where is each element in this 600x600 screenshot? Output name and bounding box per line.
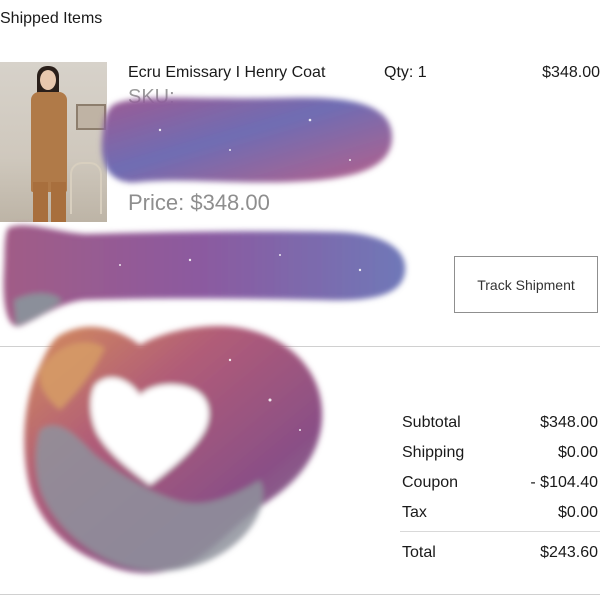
subtotal-value: $348.00 — [540, 414, 598, 431]
track-shipment-button[interactable]: Track Shipment — [454, 256, 598, 313]
section-divider — [0, 346, 600, 347]
total-label: Total — [402, 544, 436, 561]
line-price: $348.00 — [542, 64, 600, 81]
shipping-value: $0.00 — [557, 444, 598, 461]
sku-label: SKU: — [128, 86, 175, 108]
unit-price: Price: $348.00 — [128, 190, 270, 215]
total-value: $243.60 — [540, 544, 598, 561]
tax-label: Tax — [402, 504, 427, 521]
coupon-value: - $104.40 — [530, 474, 598, 491]
product-image — [0, 62, 107, 222]
total-divider — [400, 531, 600, 532]
footer-divider — [0, 594, 600, 595]
product-name[interactable]: Ecru Emissary I Henry Coat — [128, 64, 325, 82]
quantity-label: Qty: 1 — [384, 64, 427, 81]
tax-value: $0.00 — [557, 504, 598, 521]
subtotal-label: Subtotal — [402, 414, 461, 431]
shipping-label: Shipping — [402, 444, 465, 461]
coupon-label: Coupon — [402, 474, 459, 491]
section-title: Shipped Items — [0, 10, 103, 27]
